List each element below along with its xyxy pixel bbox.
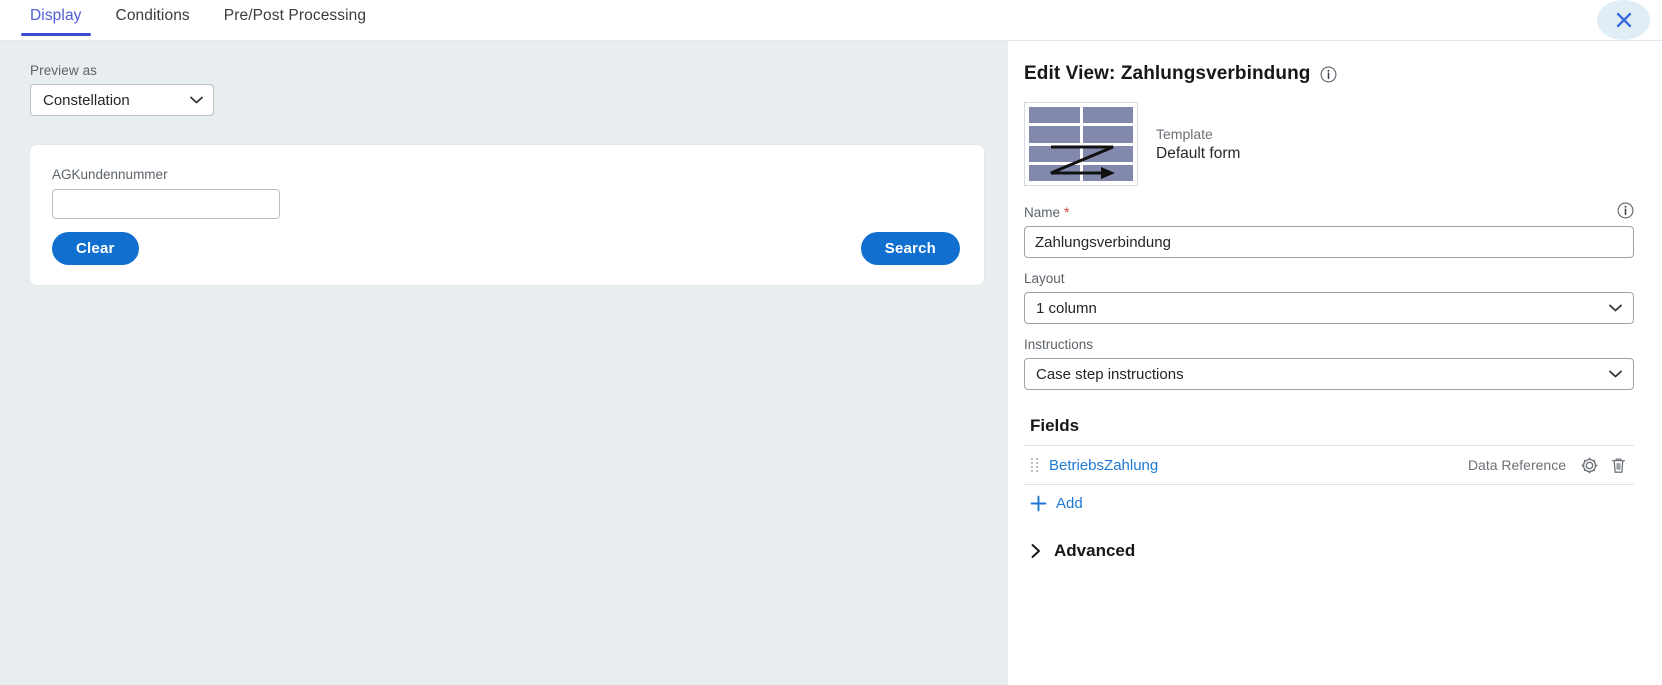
editor-header: Edit View: Zahlungsverbindung [1024, 63, 1634, 85]
layout-field-row: Layout 1 column [1024, 271, 1634, 324]
page-title: Edit View: Zahlungsverbindung [1024, 63, 1311, 84]
chevron-right-icon [1031, 544, 1040, 558]
tab-conditions-label: Conditions [115, 7, 190, 24]
fields-list: BetriebsZahlung Data Reference [1024, 445, 1634, 485]
instructions-label: Instructions [1024, 337, 1094, 352]
chevron-down-icon [1609, 370, 1622, 378]
layout-select[interactable]: 1 column [1024, 292, 1634, 324]
tab-conditions[interactable]: Conditions [99, 0, 207, 36]
zigzag-arrow-icon [1050, 145, 1115, 179]
instructions-select[interactable]: Case step instructions [1024, 358, 1634, 390]
required-marker: * [1064, 204, 1070, 220]
instructions-value: Case step instructions [1036, 365, 1184, 383]
preview-form-actions: Clear Search [52, 232, 960, 265]
advanced-section-toggle[interactable]: Advanced [1024, 541, 1634, 561]
advanced-label: Advanced [1054, 541, 1136, 560]
fields-heading: Fields [1030, 416, 1080, 435]
preview-form-card: AGKundennummer Clear Search [30, 145, 984, 285]
table-row[interactable]: BetriebsZahlung Data Reference [1024, 446, 1634, 485]
chevron-down-icon [190, 96, 203, 104]
name-label: Name [1024, 204, 1061, 220]
name-field-row: Name * [1024, 202, 1634, 258]
template-thumbnail[interactable] [1024, 102, 1138, 186]
field-type-label: Data Reference [1467, 457, 1566, 473]
chevron-down-icon [1609, 304, 1622, 312]
name-label-wrap: Name * [1024, 202, 1634, 220]
layout-label: Layout [1024, 271, 1065, 286]
add-field-button[interactable]: Add [1024, 485, 1634, 521]
clear-button[interactable]: Clear [52, 232, 139, 265]
search-button[interactable]: Search [860, 232, 960, 265]
agkundennummer-input[interactable] [52, 189, 280, 219]
gear-icon[interactable] [1580, 456, 1599, 475]
plus-icon [1030, 495, 1047, 511]
tab-bar: Display Conditions Pre/Post Processing [0, 0, 1662, 41]
close-button[interactable] [1597, 0, 1650, 40]
template-meta-label: Template [1156, 125, 1213, 142]
instructions-field-row: Instructions Case step instructions [1024, 337, 1634, 390]
name-input[interactable] [1024, 226, 1634, 258]
agkundennummer-label: AGKundennummer [52, 167, 168, 182]
preview-panel: Preview as Constellation AGKundennummer … [0, 41, 1008, 685]
layout-value: 1 column [1036, 299, 1097, 317]
preview-as-label: Preview as [30, 63, 98, 78]
tab-display[interactable]: Display [13, 0, 99, 36]
preview-as-value: Constellation [43, 91, 130, 109]
info-icon[interactable] [1617, 202, 1634, 219]
tab-pre-post-processing[interactable]: Pre/Post Processing [207, 0, 383, 36]
tab-display-label: Display [30, 7, 82, 24]
template-meta-value: Default form [1156, 144, 1241, 162]
drag-handle-icon[interactable] [1030, 457, 1039, 473]
view-editor-panel: Edit View: Zahlungsverbindung Template D… [1008, 41, 1662, 685]
template-row: Template Default form [1024, 102, 1634, 186]
close-icon [1616, 12, 1631, 28]
editor-body: Preview as Constellation AGKundennummer … [0, 41, 1662, 685]
tab-pre-post-processing-label: Pre/Post Processing [223, 7, 367, 24]
field-name-link[interactable]: BetriebsZahlung [1049, 457, 1458, 474]
preview-as-select[interactable]: Constellation [30, 84, 214, 116]
trash-icon[interactable] [1609, 456, 1628, 475]
template-meta: Template Default form [1156, 126, 1240, 163]
add-field-label: Add [1056, 494, 1083, 512]
info-icon[interactable] [1320, 66, 1337, 83]
